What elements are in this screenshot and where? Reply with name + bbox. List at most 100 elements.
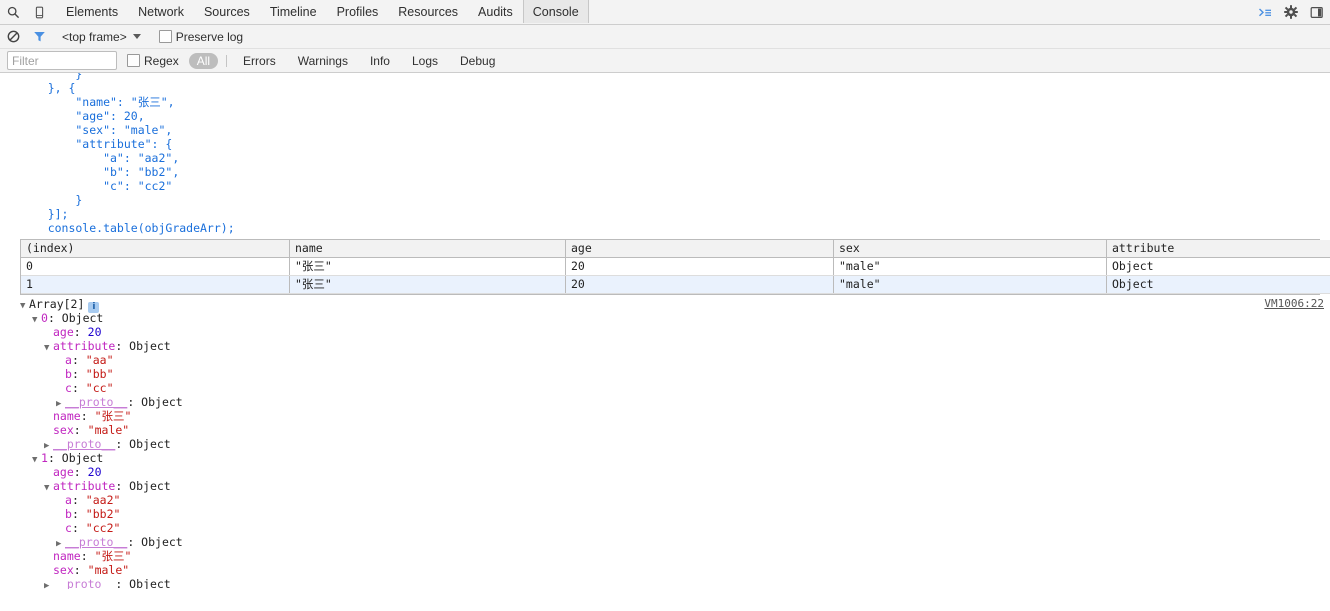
- tree-value: 20: [87, 325, 102, 339]
- tree-row[interactable]: b: "bb2": [0, 507, 1330, 521]
- tree-value: "cc": [85, 381, 114, 395]
- tab-label: Profiles: [336, 4, 379, 19]
- dock-side-icon[interactable]: [1304, 1, 1330, 24]
- divider: [226, 54, 228, 67]
- filter-input[interactable]: [7, 51, 117, 70]
- tree-separator: :: [127, 535, 142, 549]
- tree-value: Object: [129, 577, 171, 589]
- chevron-down-icon: [132, 34, 141, 39]
- code-line: "b": "bb2",: [20, 165, 180, 179]
- tree-value: Object: [129, 339, 171, 353]
- tree-row[interactable]: ▶ __proto__: Object: [0, 577, 1330, 589]
- tree-row[interactable]: ▼ attribute: Object: [0, 339, 1330, 353]
- table-column-header[interactable]: (index): [21, 240, 290, 258]
- table-cell: 20: [565, 275, 834, 294]
- clear-console-icon[interactable]: [0, 25, 26, 48]
- tree-row[interactable]: ▶ __proto__: Object: [0, 437, 1330, 451]
- table-cell: "male": [833, 257, 1107, 276]
- level-filter-all[interactable]: All: [188, 52, 219, 69]
- table-cell: Object: [1106, 275, 1330, 294]
- tree-value: "aa2": [85, 493, 121, 507]
- tree-separator: :: [71, 521, 86, 535]
- tree-row[interactable]: ▼ 1: Object: [0, 451, 1330, 465]
- tree-row[interactable]: name: "张三": [0, 409, 1330, 423]
- tabstrip-right-actions: [1252, 0, 1330, 24]
- tree-row[interactable]: ▶ __proto__: Object: [0, 395, 1330, 409]
- tree-row[interactable]: c: "cc": [0, 381, 1330, 395]
- tab-network[interactable]: Network: [128, 0, 194, 23]
- tree-row[interactable]: a: "aa": [0, 353, 1330, 367]
- tree-separator: :: [47, 451, 62, 465]
- tab-profiles[interactable]: Profiles: [327, 0, 389, 23]
- tree-separator: :: [127, 395, 142, 409]
- tree-row[interactable]: sex: "male": [0, 563, 1330, 577]
- checkbox[interactable]: [158, 30, 172, 43]
- console-input-echo: } }, { "name": "张三", "age": 20, "sex": "…: [0, 73, 1330, 235]
- tab-label: Resources: [398, 4, 459, 19]
- tree-key: sex: [53, 563, 74, 577]
- checkbox[interactable]: [127, 54, 140, 67]
- table-row[interactable]: 0 "张三" 20 "male" Object: [21, 257, 1330, 276]
- tree-row[interactable]: c: "cc2": [0, 521, 1330, 535]
- tab-timeline[interactable]: Timeline: [260, 0, 327, 23]
- code-line: "sex": "male",: [20, 123, 173, 137]
- tree-row[interactable]: ▼ Array[2] i VM1006:22: [0, 297, 1330, 313]
- console-output[interactable]: } }, { "name": "张三", "age": 20, "sex": "…: [0, 73, 1330, 589]
- tree-separator: :: [115, 479, 130, 493]
- level-filter-errors[interactable]: Errors: [235, 53, 284, 69]
- tree-key: attribute: [53, 479, 116, 493]
- table-column-header[interactable]: attribute: [1106, 240, 1330, 258]
- tree-separator: :: [71, 507, 86, 521]
- tree-row[interactable]: age: 20: [0, 325, 1330, 339]
- filter-funnel-icon[interactable]: [26, 25, 52, 48]
- source-link[interactable]: VM1006:22: [1264, 297, 1324, 311]
- tree-key: __proto__: [65, 395, 128, 409]
- execution-context-selector[interactable]: <top frame>: [62, 30, 141, 44]
- table-row[interactable]: 1 "张三" 20 "male" Object: [21, 275, 1330, 294]
- table-column-header[interactable]: sex: [833, 240, 1107, 258]
- tree-key: a: [65, 353, 72, 367]
- tree-value: Object: [61, 451, 104, 465]
- tree-row[interactable]: ▼ 0: Object: [0, 311, 1330, 325]
- tab-label: Sources: [203, 4, 250, 19]
- tab-label: Console: [532, 4, 579, 19]
- console-drawer-icon[interactable]: [1252, 1, 1278, 24]
- log-level-filters: All Errors Warnings Info Logs Debug: [188, 52, 510, 69]
- tree-row[interactable]: ▼ attribute: Object: [0, 479, 1330, 493]
- tab-console[interactable]: Console: [522, 0, 589, 23]
- level-filter-warnings[interactable]: Warnings: [290, 53, 356, 69]
- tree-row[interactable]: sex: "male": [0, 423, 1330, 437]
- tree-row[interactable]: age: 20: [0, 465, 1330, 479]
- object-tree[interactable]: ▼ Array[2] i VM1006:22 ▼ 0: Object age: 20 ▼ at…: [0, 297, 1330, 589]
- preserve-log-toggle[interactable]: Preserve log: [158, 29, 244, 44]
- console-options-bar: <top frame> Preserve log: [0, 25, 1330, 49]
- table-column-header[interactable]: age: [565, 240, 834, 258]
- tree-key: 1: [41, 451, 48, 465]
- tree-row[interactable]: a: "aa2": [0, 493, 1330, 507]
- tree-row[interactable]: ▶ __proto__: Object: [0, 535, 1330, 549]
- tree-row[interactable]: name: "张三": [0, 549, 1330, 563]
- tree-key: age: [53, 465, 74, 479]
- level-filter-info[interactable]: Info: [362, 53, 398, 69]
- table-column-header[interactable]: name: [289, 240, 566, 258]
- regex-toggle[interactable]: Regex: [127, 54, 179, 68]
- chevron-right-icon[interactable]: ▶: [44, 579, 53, 589]
- gear-icon[interactable]: [1278, 1, 1304, 24]
- tree-key: sex: [53, 423, 74, 437]
- tree-key: b: [65, 507, 72, 521]
- tab-sources[interactable]: Sources: [194, 0, 260, 23]
- tab-resources[interactable]: Resources: [388, 0, 468, 23]
- tree-separator: :: [71, 367, 86, 381]
- tree-key: c: [65, 381, 72, 395]
- table-cell: "male": [833, 275, 1107, 294]
- tree-row[interactable]: b: "bb": [0, 367, 1330, 381]
- device-toolbar-icon[interactable]: [26, 1, 52, 24]
- level-filter-debug[interactable]: Debug: [452, 53, 503, 69]
- search-icon[interactable]: [0, 1, 26, 24]
- tab-elements[interactable]: Elements: [56, 0, 128, 23]
- tab-audits[interactable]: Audits: [468, 0, 523, 23]
- execution-context-label: <top frame>: [62, 29, 127, 44]
- tree-value: Object: [141, 535, 183, 549]
- level-filter-logs[interactable]: Logs: [404, 53, 446, 69]
- preserve-log-label: Preserve log: [175, 29, 244, 44]
